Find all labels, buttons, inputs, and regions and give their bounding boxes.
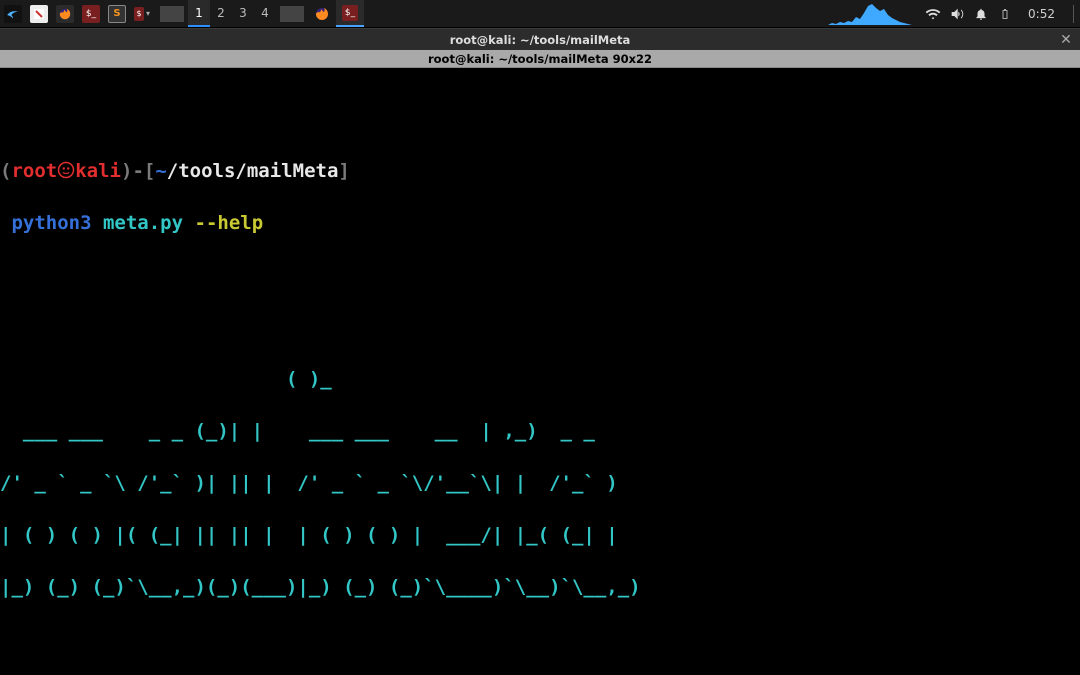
prompt-path: /tools/mailMeta [167,160,339,182]
ascii-art-line: ( )_ [0,366,1080,392]
kali-skull-icon [57,160,75,178]
workspace-label: 3 [239,6,247,20]
volume-icon[interactable] [948,6,966,22]
battery-icon[interactable] [996,6,1014,22]
text-editor-icon[interactable] [26,0,52,27]
workspace-label: 1 [195,6,203,20]
network-graph[interactable] [828,3,918,25]
notifications-icon[interactable] [972,7,990,21]
ascii-art-line: /' _ ` _ `\ /'_` )| || | /' _ ` _ `\/'__… [0,470,1080,496]
prompt-user: root [11,160,57,182]
top-panel: $_ S $▾ 1 2 3 4 $_ 0:52 [0,0,1080,28]
window-title: root@kali: ~/tools/mailMeta [450,33,631,47]
prompt-host: kali [75,160,121,182]
workspace-label: 4 [261,6,269,20]
ascii-art-line: | ( ) ( ) |( (_| || || | | ( ) ( ) | ___… [0,522,1080,548]
command-line: python3 meta.py --help [0,210,1080,236]
command-interpreter: python3 [11,212,91,234]
prompt-open-bracket: [ [144,160,155,182]
workspace-label: 2 [217,6,225,20]
window-titlebar[interactable]: root@kali: ~/tools/mailMeta ✕ [0,28,1080,50]
clock-text: 0:52 [1028,7,1055,21]
terminal-viewport[interactable]: (root kali)-[~/tools/mailMeta] python3 me… [0,68,1080,675]
blank-line [0,262,1080,288]
panel-divider [280,6,304,22]
command-script: meta.py [103,212,183,234]
ascii-art-line: |_) (_) (_)`\__,_)(_)(___)|_) (_) (_)`\_… [0,574,1080,600]
clock[interactable]: 0:52 [1020,7,1063,21]
task-firefox[interactable] [308,0,336,27]
blank-line [0,314,1080,340]
sublime-launcher-icon[interactable]: S [104,0,130,27]
blank-line [0,626,1080,652]
panel-left: $_ S $▾ 1 2 3 4 $_ [0,0,364,27]
prompt-line-1: (root kali)-[~/tools/mailMeta] [0,158,1080,184]
terminal-launcher-icon[interactable]: $_ [78,0,104,27]
workspace-2[interactable]: 2 [210,0,232,27]
window-dimensions-bar: root@kali: ~/tools/mailMeta 90x22 [0,50,1080,68]
terminal-dropdown-icon[interactable]: $▾ [130,0,156,27]
wifi-icon[interactable] [924,6,942,22]
workspace-3[interactable]: 3 [232,0,254,27]
command-flag: --help [195,212,264,234]
prompt-tilde: ~ [155,160,166,182]
prompt-dash: - [132,160,143,182]
prompt-close-bracket: ] [338,160,349,182]
window-close-icon[interactable]: ✕ [1058,32,1074,48]
kali-menu-icon[interactable] [0,0,26,27]
panel-divider [160,6,184,22]
workspace-4[interactable]: 4 [254,0,276,27]
prompt-close-paren: ) [121,160,132,182]
prompt-open-paren: ( [0,160,11,182]
workspace-1[interactable]: 1 [188,0,210,27]
window-dimensions-text: root@kali: ~/tools/mailMeta 90x22 [428,52,652,66]
task-terminal[interactable]: $_ [336,0,364,27]
blank-line [0,106,1080,132]
ascii-art-line: ___ ___ _ _ (_)| | ___ ___ __ | ,_) _ _ [0,418,1080,444]
firefox-launcher-icon[interactable] [52,0,78,27]
panel-end-divider [1073,5,1074,23]
panel-right: 0:52 [828,0,1080,27]
